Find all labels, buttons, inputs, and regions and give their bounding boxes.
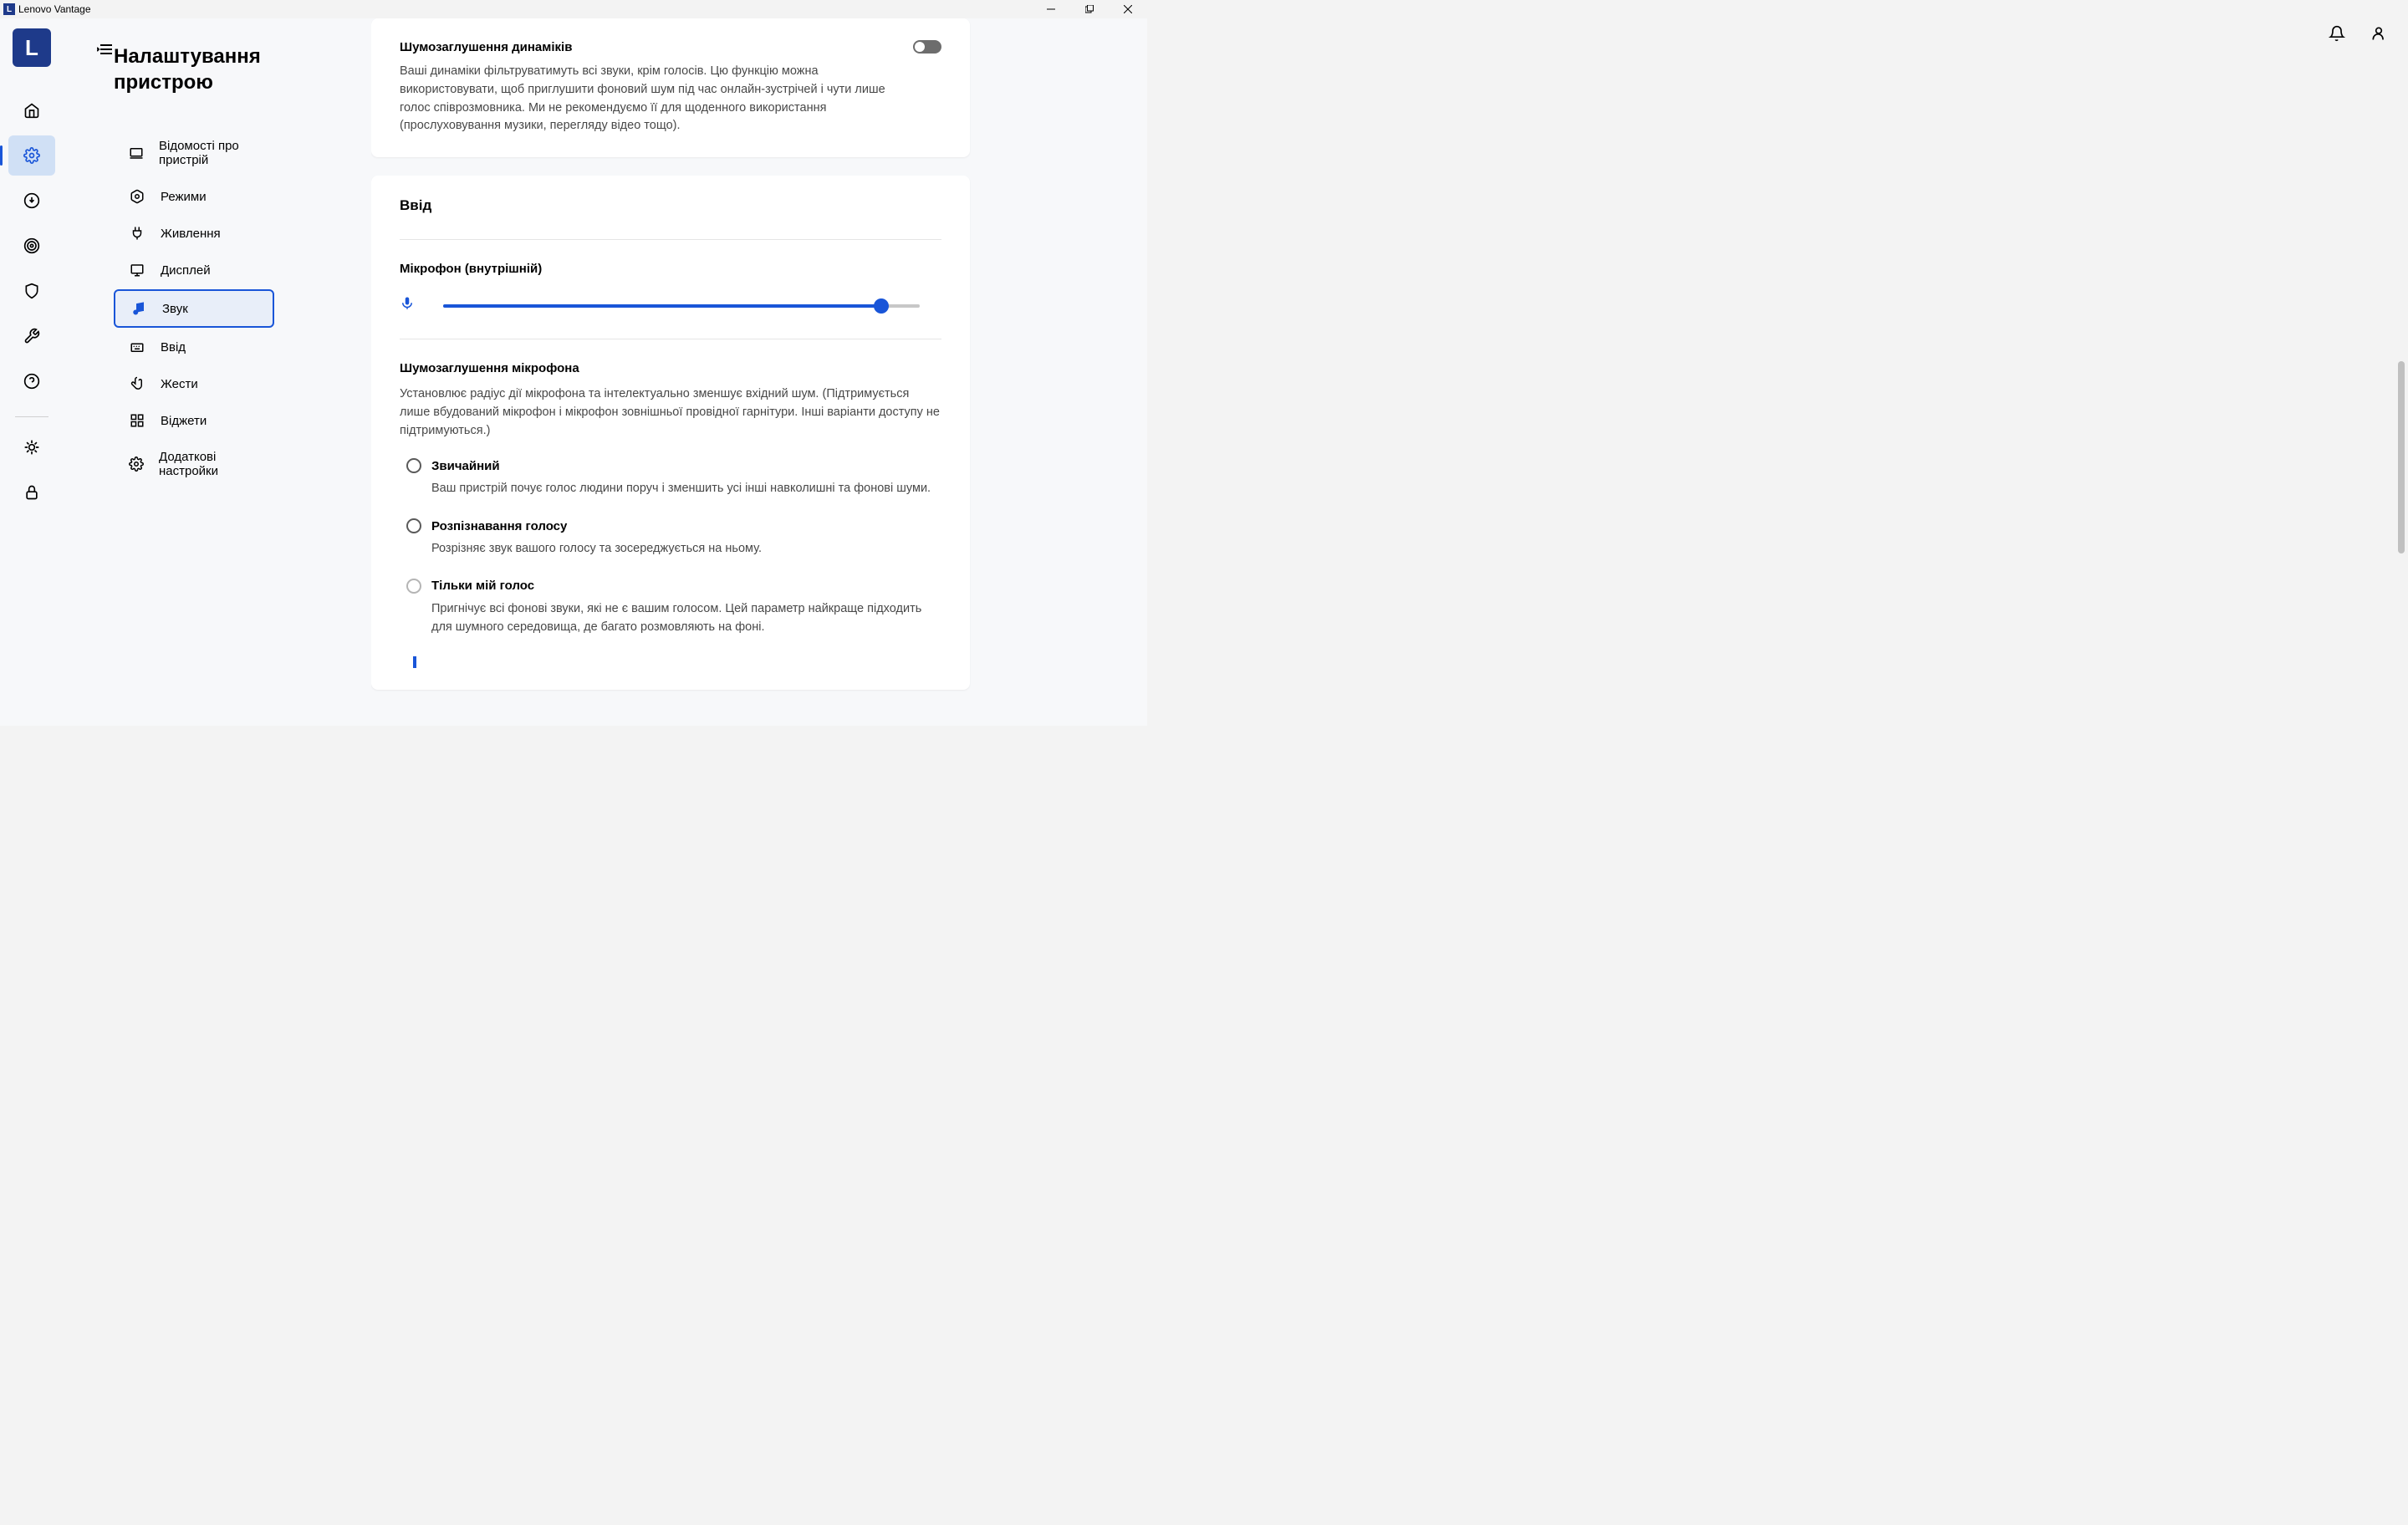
notifications-button[interactable] xyxy=(2329,25,2345,46)
laptop-icon xyxy=(129,145,144,161)
rail-divider xyxy=(15,416,48,417)
slider-fill xyxy=(443,304,881,308)
speaker-noise-title: Шумозаглушення динаміків xyxy=(400,40,572,54)
nav-gestures[interactable]: Жести xyxy=(114,366,274,401)
rail-settings[interactable] xyxy=(8,135,55,176)
nav-widgets[interactable]: Віджети xyxy=(114,403,274,438)
app-title: Lenovo Vantage xyxy=(18,3,91,15)
titlebar: L Lenovo Vantage xyxy=(0,0,1147,18)
gear-icon xyxy=(129,456,144,472)
nav-label: Жести xyxy=(161,377,198,391)
monitor-icon xyxy=(129,263,145,278)
nav-power[interactable]: Живлення xyxy=(114,216,274,251)
speaker-noise-desc: Ваші динаміки фільтруватимуть всі звуки,… xyxy=(400,63,910,135)
rail-help[interactable] xyxy=(8,361,55,401)
rail-lock[interactable] xyxy=(8,472,55,513)
rail-download[interactable] xyxy=(8,181,55,221)
sidebar: Налаштування пристрою Відомості про прис… xyxy=(64,18,371,726)
radio-voice-recognition[interactable] xyxy=(406,518,421,533)
rail-shield[interactable] xyxy=(8,271,55,311)
divider xyxy=(400,239,941,240)
nav-label: Додаткові настройки xyxy=(159,450,259,478)
hex-icon xyxy=(129,189,145,204)
radio-normal[interactable] xyxy=(406,458,421,473)
rail-home[interactable] xyxy=(8,90,55,130)
radio-desc: Розрізняє звук вашого голосу та зосередж… xyxy=(431,540,941,558)
mic-volume-slider[interactable] xyxy=(443,304,920,308)
close-button[interactable] xyxy=(1109,0,1147,18)
app-icon: L xyxy=(3,3,15,15)
hand-icon xyxy=(129,376,145,391)
content-area: Шумозаглушення динаміків Ваші динаміки ф… xyxy=(371,18,1147,726)
plug-icon xyxy=(129,226,145,241)
nav-sound[interactable]: Звук xyxy=(114,289,274,328)
speaker-noise-toggle[interactable] xyxy=(913,40,941,54)
keyboard-icon xyxy=(129,339,145,354)
nav-label: Режими xyxy=(161,190,207,204)
collapse-sidebar-button[interactable] xyxy=(97,43,112,59)
input-heading: Ввід xyxy=(400,197,941,214)
input-card: Ввід Мікрофон (внутрішній) Шумозаглушенн… xyxy=(371,176,970,690)
nav-display[interactable]: Дисплей xyxy=(114,252,274,288)
selected-indicator xyxy=(413,656,941,668)
radio-only-my-voice[interactable] xyxy=(406,579,421,594)
nav-label: Живлення xyxy=(161,227,221,241)
radio-option-only-my-voice: Тільки мій голос Пригнічує всі фонові зв… xyxy=(406,579,941,637)
speaker-noise-card: Шумозаглушення динаміків Ваші динаміки ф… xyxy=(371,18,970,157)
radio-label: Звичайний xyxy=(431,459,500,473)
nav-input[interactable]: Ввід xyxy=(114,329,274,365)
rail-tools[interactable] xyxy=(8,316,55,356)
slider-thumb[interactable] xyxy=(874,298,889,314)
lenovo-logo[interactable]: L xyxy=(13,28,51,67)
maximize-button[interactable] xyxy=(1070,0,1109,18)
radio-option-normal: Звичайний Ваш пристрій почує голос людин… xyxy=(406,458,941,498)
scrollbar[interactable] xyxy=(2395,18,2406,1525)
microphone-icon xyxy=(400,294,415,317)
sidebar-title: Налаштування пристрою xyxy=(114,43,346,95)
mic-label: Мікрофон (внутрішній) xyxy=(400,262,941,276)
radio-label: Тільки мій голос xyxy=(431,579,534,593)
mic-noise-title: Шумозаглушення мікрофона xyxy=(400,361,941,375)
nav-label: Дисплей xyxy=(161,263,211,278)
rail-target[interactable] xyxy=(8,226,55,266)
nav-modes[interactable]: Режими xyxy=(114,179,274,214)
radio-option-voice-recognition: Розпізнавання голосу Розрізняє звук вашо… xyxy=(406,518,941,558)
widgets-icon xyxy=(129,413,145,428)
radio-desc: Ваш пристрій почує голос людини поруч і … xyxy=(431,480,941,498)
nav-rail: L xyxy=(0,18,64,726)
profile-button[interactable] xyxy=(2370,25,2387,46)
music-note-icon xyxy=(130,301,147,316)
nav-label: Віджети xyxy=(161,414,207,428)
radio-desc: Пригнічує всі фонові звуки, які не є ваш… xyxy=(431,600,941,637)
mic-noise-desc: Установлює радіус дії мікрофона та інтел… xyxy=(400,385,941,440)
nav-label: Звук xyxy=(162,302,188,316)
nav-advanced[interactable]: Додаткові настройки xyxy=(114,440,274,488)
rail-speed[interactable] xyxy=(8,427,55,467)
scrollbar-thumb[interactable] xyxy=(2398,361,2405,553)
minimize-button[interactable] xyxy=(1032,0,1070,18)
nav-label: Ввід xyxy=(161,340,186,354)
radio-label: Розпізнавання голосу xyxy=(431,519,567,533)
nav-label: Відомості про пристрій xyxy=(159,139,259,167)
nav-device-info[interactable]: Відомості про пристрій xyxy=(114,129,274,177)
